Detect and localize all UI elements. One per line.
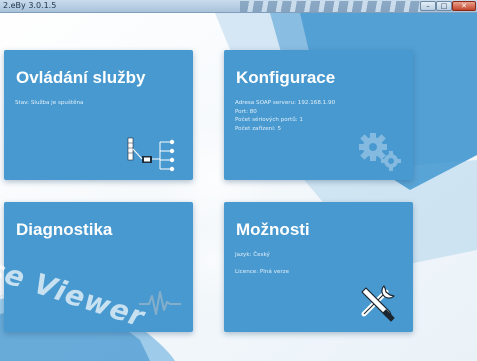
tile-title: Možnosti (236, 220, 310, 239)
tile-title: Konfigurace (236, 68, 336, 87)
language: Jazyk: Český (235, 252, 270, 258)
tile-service-control[interactable]: Ovládání služby Stav: Služba je spuštěna (4, 50, 193, 180)
tile-details: Jazyk: Český Licence: Plná verze (235, 251, 289, 276)
network-tree-icon (127, 137, 175, 172)
tile-options[interactable]: Možnosti Jazyk: Český Licence: Plná verz… (224, 202, 413, 332)
license: Licence: Plná verze (235, 268, 290, 275)
tile-details: Stav: Služba je spuštěna (15, 99, 84, 108)
port: Port: 80 (235, 108, 257, 115)
gears-icon (359, 133, 401, 171)
tile-configuration[interactable]: Konfigurace Adresa SOAP serveru: 192.168… (224, 50, 413, 180)
device-count: Počet zařízení: 5 (235, 125, 282, 132)
titlebar-decoration (240, 1, 420, 12)
minimize-button[interactable]: – (420, 1, 436, 11)
close-button[interactable]: ✕ (452, 1, 476, 11)
tile-details: Adresa SOAP serveru: 192.168.1.90 Port: … (235, 99, 335, 133)
service-status: Stav: Služba je spuštěna (15, 100, 84, 106)
maximize-button[interactable]: □ (436, 1, 452, 11)
serial-port-count: Počet sériových portů: 1 (235, 117, 303, 124)
tools-icon (361, 285, 395, 322)
window-title: 2.eBy 3.0.1.5 (3, 1, 57, 10)
tile-title: Diagnostika (16, 220, 113, 239)
soap-server-address: Adresa SOAP serveru: 192.168.1.90 (235, 100, 336, 106)
window-titlebar[interactable]: 2.eBy 3.0.1.5 – □ ✕ (0, 0, 477, 13)
tile-title: Ovládání služby (16, 68, 146, 87)
